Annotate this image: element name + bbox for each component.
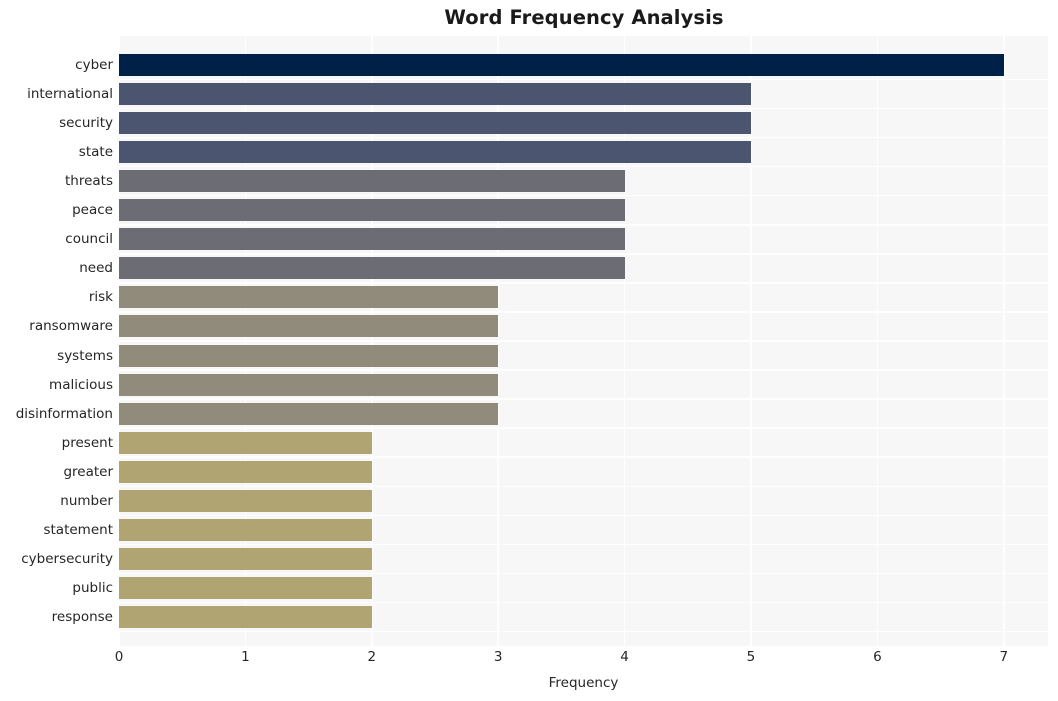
bar — [119, 605, 372, 628]
y-tick-label: greater — [63, 463, 113, 480]
bar — [119, 576, 372, 599]
y-tick-label: risk — [88, 289, 113, 306]
bar — [119, 199, 625, 222]
y-tick-label: cyber — [75, 57, 113, 74]
bar — [119, 228, 625, 251]
bar — [119, 286, 499, 309]
bar — [119, 344, 499, 367]
gridline-horizontal — [119, 630, 1048, 633]
plot-area — [119, 36, 1048, 646]
bar — [119, 54, 1004, 77]
y-tick-label: disinformation — [15, 405, 113, 422]
gridline-horizontal — [119, 195, 1048, 197]
gridline-horizontal — [119, 282, 1048, 284]
x-tick-label: 2 — [367, 649, 377, 665]
gridline-horizontal — [119, 572, 1048, 575]
bar — [119, 489, 372, 512]
bar — [119, 402, 499, 425]
gridline-horizontal — [119, 340, 1048, 342]
y-tick-label: statement — [43, 521, 113, 538]
gridline-horizontal — [119, 253, 1048, 255]
x-axis-tick-labels: 0 1 2 3 4 5 6 7 — [115, 648, 1048, 670]
y-tick-label: response — [51, 608, 113, 625]
bar — [119, 431, 372, 454]
x-tick-label: 7 — [999, 649, 1009, 665]
y-tick-label: international — [27, 86, 113, 103]
gridline-horizontal — [119, 543, 1048, 546]
y-tick-label: malicious — [49, 376, 113, 393]
y-tick-label: present — [61, 434, 113, 451]
y-axis-tick-labels: cyber international security state threats pe… — [0, 36, 113, 646]
bar — [119, 518, 372, 541]
x-tick-label: 1 — [241, 649, 250, 665]
chart-title: Word Frequency Analysis — [444, 6, 724, 29]
gridline-horizontal — [119, 427, 1048, 429]
bar — [119, 257, 625, 280]
bar — [119, 373, 499, 396]
y-tick-label: council — [65, 231, 113, 248]
word-frequency-bar-chart: Word Frequency Analysis cyber internation… — [0, 0, 1058, 701]
gridline-horizontal — [119, 78, 1048, 81]
x-tick-label: 5 — [746, 649, 756, 665]
gridline-horizontal — [119, 107, 1048, 110]
gridline-horizontal — [119, 456, 1048, 458]
y-tick-label: ransomware — [29, 318, 113, 335]
y-tick-label: threats — [64, 173, 113, 190]
bar — [119, 112, 751, 135]
gridline-horizontal — [119, 514, 1048, 516]
gridline-horizontal — [119, 311, 1048, 313]
gridline-horizontal — [119, 601, 1048, 604]
x-tick-label: 4 — [620, 649, 629, 665]
bar — [119, 170, 625, 193]
y-tick-label: systems — [57, 347, 113, 364]
y-tick-label: need — [79, 260, 113, 277]
gridline-horizontal — [119, 166, 1048, 168]
gridline-horizontal — [119, 398, 1048, 400]
y-tick-label: number — [60, 492, 113, 509]
x-axis-title: Frequency — [548, 675, 619, 691]
x-tick-label: 3 — [493, 649, 503, 665]
bar — [119, 460, 372, 483]
bar — [119, 141, 751, 164]
gridline-horizontal — [119, 369, 1048, 371]
x-tick-label: 6 — [873, 649, 882, 665]
gridline-horizontal — [119, 224, 1048, 226]
bar — [119, 547, 372, 570]
y-tick-label: peace — [72, 202, 113, 219]
gridline-horizontal — [119, 136, 1048, 139]
bar — [119, 315, 499, 338]
y-tick-label: cybersecurity — [21, 550, 113, 567]
y-tick-label: security — [59, 115, 113, 132]
x-tick-label: 0 — [114, 649, 124, 665]
bar — [119, 83, 751, 106]
y-tick-label: public — [72, 579, 113, 596]
y-tick-label: state — [78, 144, 113, 161]
gridline-horizontal — [119, 485, 1048, 487]
